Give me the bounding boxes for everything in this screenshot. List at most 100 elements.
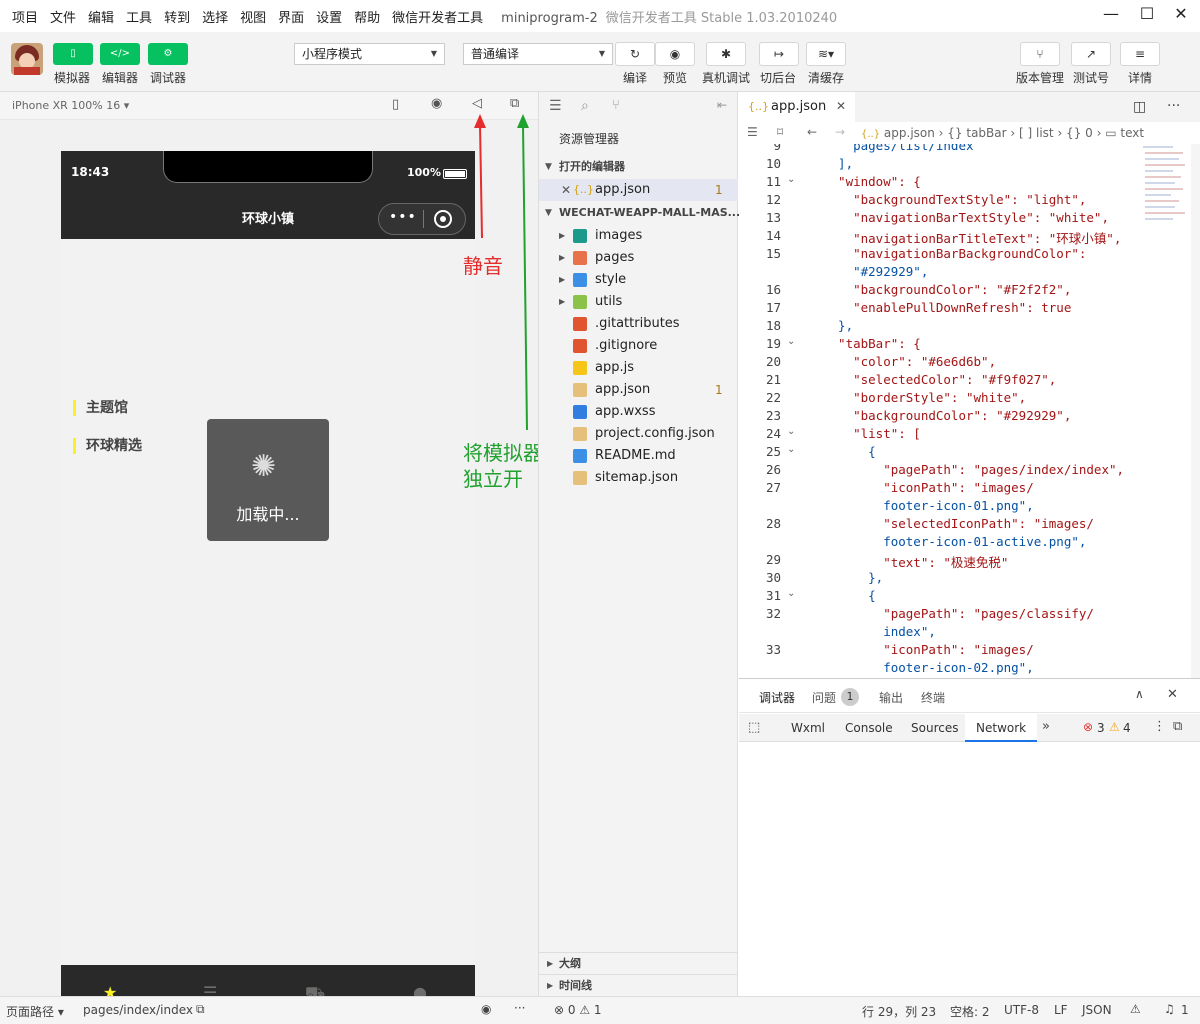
file-tree-item[interactable]: sitemap.json [539,467,738,489]
file-tree-item[interactable]: README.md [539,445,738,467]
code-line[interactable]: "selectedColor": "#f9f027", [823,372,1056,387]
debugger-button[interactable]: ⚙ [148,43,188,65]
panel-console[interactable]: Console [845,721,893,735]
code-line[interactable]: "backgroundColor": "#292929", [823,408,1071,423]
compile-button[interactable]: ↻ [615,42,655,66]
code-line[interactable]: index", [823,624,936,639]
code-line[interactable]: "window": { [823,174,921,189]
tab-debugger[interactable]: 调试器 [759,689,795,706]
remote-debug-button[interactable]: ✱ [706,42,746,66]
breadcrumb-item[interactable]: list [1036,126,1054,140]
mode-select[interactable]: 小程序模式 ▼ [294,43,445,65]
fold-icon[interactable]: ⌄ [787,444,795,455]
preview-button[interactable]: ◉ [655,42,695,66]
file-tree-item[interactable]: app.json 1 [539,379,738,401]
open-editors-section[interactable]: ▼ 打开的编辑器 [539,156,738,178]
tab-icon[interactable]: ● [413,983,427,996]
file-tree-item[interactable]: app.wxss [539,401,738,423]
project-section[interactable]: ▼ WECHAT-WEAPP-MALL-MAS... [539,202,740,224]
code-line[interactable]: "color": "#6e6d6b", [823,354,996,369]
clear-cache-button[interactable]: ≋▾ [806,42,846,66]
code-line[interactable]: }, [823,318,853,333]
code-line[interactable]: "backgroundTextStyle": "light", [823,192,1086,207]
breadcrumb-item[interactable]: text [1120,126,1144,140]
close-miniprogram-icon[interactable] [434,210,452,228]
editor-tab[interactable]: {..} app.json ✕ [739,92,855,122]
more-icon[interactable]: ••• [389,209,417,225]
editor-button[interactable]: </> [100,43,140,65]
scrollbar[interactable] [1191,144,1200,678]
menu-item[interactable]: 帮助 [348,7,386,26]
code-line[interactable]: { [823,588,876,603]
close-icon[interactable]: ✕ [836,99,846,113]
menu-item[interactable]: 设置 [310,7,348,26]
inspect-icon[interactable]: ⬚ [748,720,760,735]
file-tree-item[interactable]: ▶ images [539,225,738,247]
menu-item[interactable]: 文件 [44,7,82,26]
eol[interactable]: LF [1054,1003,1068,1017]
back-icon[interactable]: ← [807,125,817,139]
menu-item[interactable]: 视图 [234,7,272,26]
breadcrumb-item[interactable]: 0 [1085,126,1093,140]
kebab-icon[interactable]: ⋮ [1153,719,1166,734]
explorer-icon[interactable]: ☰ [549,98,562,114]
mute-icon[interactable]: ◁ [472,96,482,111]
code-line[interactable]: "#292929", [823,264,928,279]
file-tree-item[interactable]: .gitignore [539,335,738,357]
menu-item[interactable]: 项目 [6,7,44,26]
dock-icon[interactable]: ⧉ [1173,719,1182,734]
problems-indicator[interactable]: ⊗ 0 ⚠ 1 [554,1003,602,1017]
feedback-icon[interactable]: ⚠ [1130,1002,1141,1016]
code-line[interactable]: "text": "极速免税" [823,552,1008,571]
code-line[interactable]: "list": [ [823,426,921,441]
code-line[interactable]: "navigationBarBackgroundColor": [823,246,1086,261]
close-icon[interactable]: ✕ [561,179,571,201]
bell-icon[interactable]: ♫ [1164,1002,1175,1016]
panel-sources[interactable]: Sources [911,721,958,735]
avatar[interactable] [11,43,43,75]
chevron-up-icon[interactable]: ∧ [1135,687,1144,701]
category-label[interactable]: 环球精选 [73,438,142,454]
breadcrumb-item[interactable]: tabBar [966,126,1006,140]
breadcrumb-path[interactable]: {..} app.json › {} tabBar › [ ] list › {… [861,126,1144,140]
minimize-icon[interactable]: — [1096,4,1126,23]
encoding[interactable]: UTF-8 [1004,1003,1039,1017]
more-icon[interactable]: ··· [1167,98,1180,114]
indentation[interactable]: 空格: 2 [950,1003,990,1020]
timeline-section[interactable]: ▶ 时间线 [539,974,738,996]
tab-output[interactable]: 输出 [879,689,903,706]
panel-wxml[interactable]: Wxml [791,721,825,735]
phone-icon[interactable]: ▯ [392,97,399,112]
code-line[interactable]: "enablePullDownRefresh": true [823,300,1071,315]
code-line[interactable]: "pagePath": "pages/index/index", [823,462,1124,477]
menu-item[interactable]: 界面 [272,7,310,26]
tab-issues[interactable]: 问题 [812,689,836,706]
language-mode[interactable]: JSON [1082,1003,1112,1017]
more-panels-icon[interactable]: » [1042,719,1050,734]
fold-icon[interactable]: ⌄ [787,174,795,185]
simulator-button[interactable]: ▯ [53,43,93,65]
code-line[interactable]: "pagePath": "pages/classify/ [823,606,1094,621]
copy-icon[interactable]: ⧉ [196,1002,205,1017]
code-line[interactable]: footer-icon-01-active.png", [823,534,1086,549]
code-line[interactable]: footer-icon-02.png", [823,660,1034,675]
code-line[interactable]: "borderStyle": "white", [823,390,1026,405]
fold-icon[interactable]: ⌄ [787,588,795,599]
record-icon[interactable]: ◉ [431,96,442,111]
open-editor-item[interactable]: ✕ {..} app.json 1 [539,179,738,201]
file-tree-item[interactable]: ▶ utils [539,291,738,313]
close-icon[interactable]: ✕ [1167,687,1178,702]
collapse-panel-icon[interactable]: ⇤ [717,98,727,112]
code-line[interactable]: ], [823,156,853,171]
panel-network[interactable]: Network [965,714,1037,742]
list-icon[interactable]: ☰ [747,125,758,139]
menu-item[interactable]: 编辑 [82,7,120,26]
file-tree-item[interactable]: ▶ pages [539,247,738,269]
test-button[interactable]: ↗ [1071,42,1111,66]
code-line[interactable]: "iconPath": "images/ [823,480,1034,495]
tab-icon[interactable]: ☰ [203,983,217,996]
code-line[interactable]: "navigationBarTitleText": "环球小镇", [823,228,1121,247]
code-line[interactable]: pages/list/index [823,144,973,153]
code-line[interactable]: "selectedIconPath": "images/ [823,516,1094,531]
fold-icon[interactable]: ⌄ [787,336,795,347]
